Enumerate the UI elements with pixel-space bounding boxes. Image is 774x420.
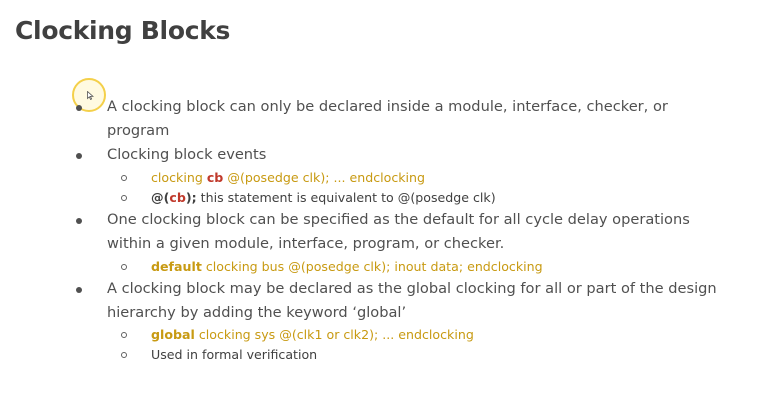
bullet-events: Clocking block events [76,143,747,167]
bullet-text: within a given module, interface, progra… [107,235,505,252]
code-keyword: clocking [151,170,203,185]
bullet-dot [76,105,82,111]
sub-bullet-ring [121,332,127,338]
bullet-text: A clocking block may be declared as the … [107,280,717,297]
bullet-default: One clocking block can be specified as t… [76,208,747,256]
sub-bullet-ring [121,175,127,181]
sub-bullet-event-decl: clocking cb @(posedge clk); ... endclock… [121,169,426,187]
code-keyword: default [151,259,202,274]
sub-bullet-event-usage: @(cb); this statement is equivalent to @… [121,189,496,207]
code-text: @(posedge clk); ... endclocking [227,170,426,185]
bullet-text: Clocking block events [107,146,267,163]
code-close: ); [185,190,197,205]
sub-bullet-formal: Used in formal verification [121,346,318,364]
sub-bullet-text: this statement is equivalent to @(posedg… [200,190,496,205]
bullet-text: hierarchy by adding the keyword ‘global’ [107,304,407,321]
code-text: clocking bus @(posedge clk); inout data;… [205,259,543,274]
bullet-dot [76,218,82,224]
code-text: clocking sys @(clk1 or clk2); ... endclo… [198,327,474,342]
bullet-text: A clocking block can only be declared in… [107,98,668,115]
sub-bullet-global-code: global clocking sys @(clk1 or clk2); ...… [121,326,474,344]
bullet-text: One clocking block can be specified as t… [107,211,690,228]
sub-bullet-text: Used in formal verification [151,347,318,362]
bullet-text: program [107,122,170,139]
slide-title: Clocking Blocks [15,16,231,45]
bullet-global: A clocking block may be declared as the … [76,277,747,325]
sub-bullet-default-code: default clocking bus @(posedge clk); ino… [121,258,543,276]
bullet-dot [76,153,82,159]
code-keyword: global [151,327,195,342]
sub-bullet-ring [121,352,127,358]
sub-bullet-ring [121,195,127,201]
mouse-pointer-icon [87,91,94,100]
code-at: @( [151,190,170,205]
slide: Clocking Blocks A clocking block can onl… [0,0,774,420]
code-name: cb [169,190,186,205]
code-name: cb [206,170,224,185]
bullet-dot [76,287,82,293]
bullet-declaration: A clocking block can only be declared in… [76,95,747,143]
sub-bullet-ring [121,264,127,270]
